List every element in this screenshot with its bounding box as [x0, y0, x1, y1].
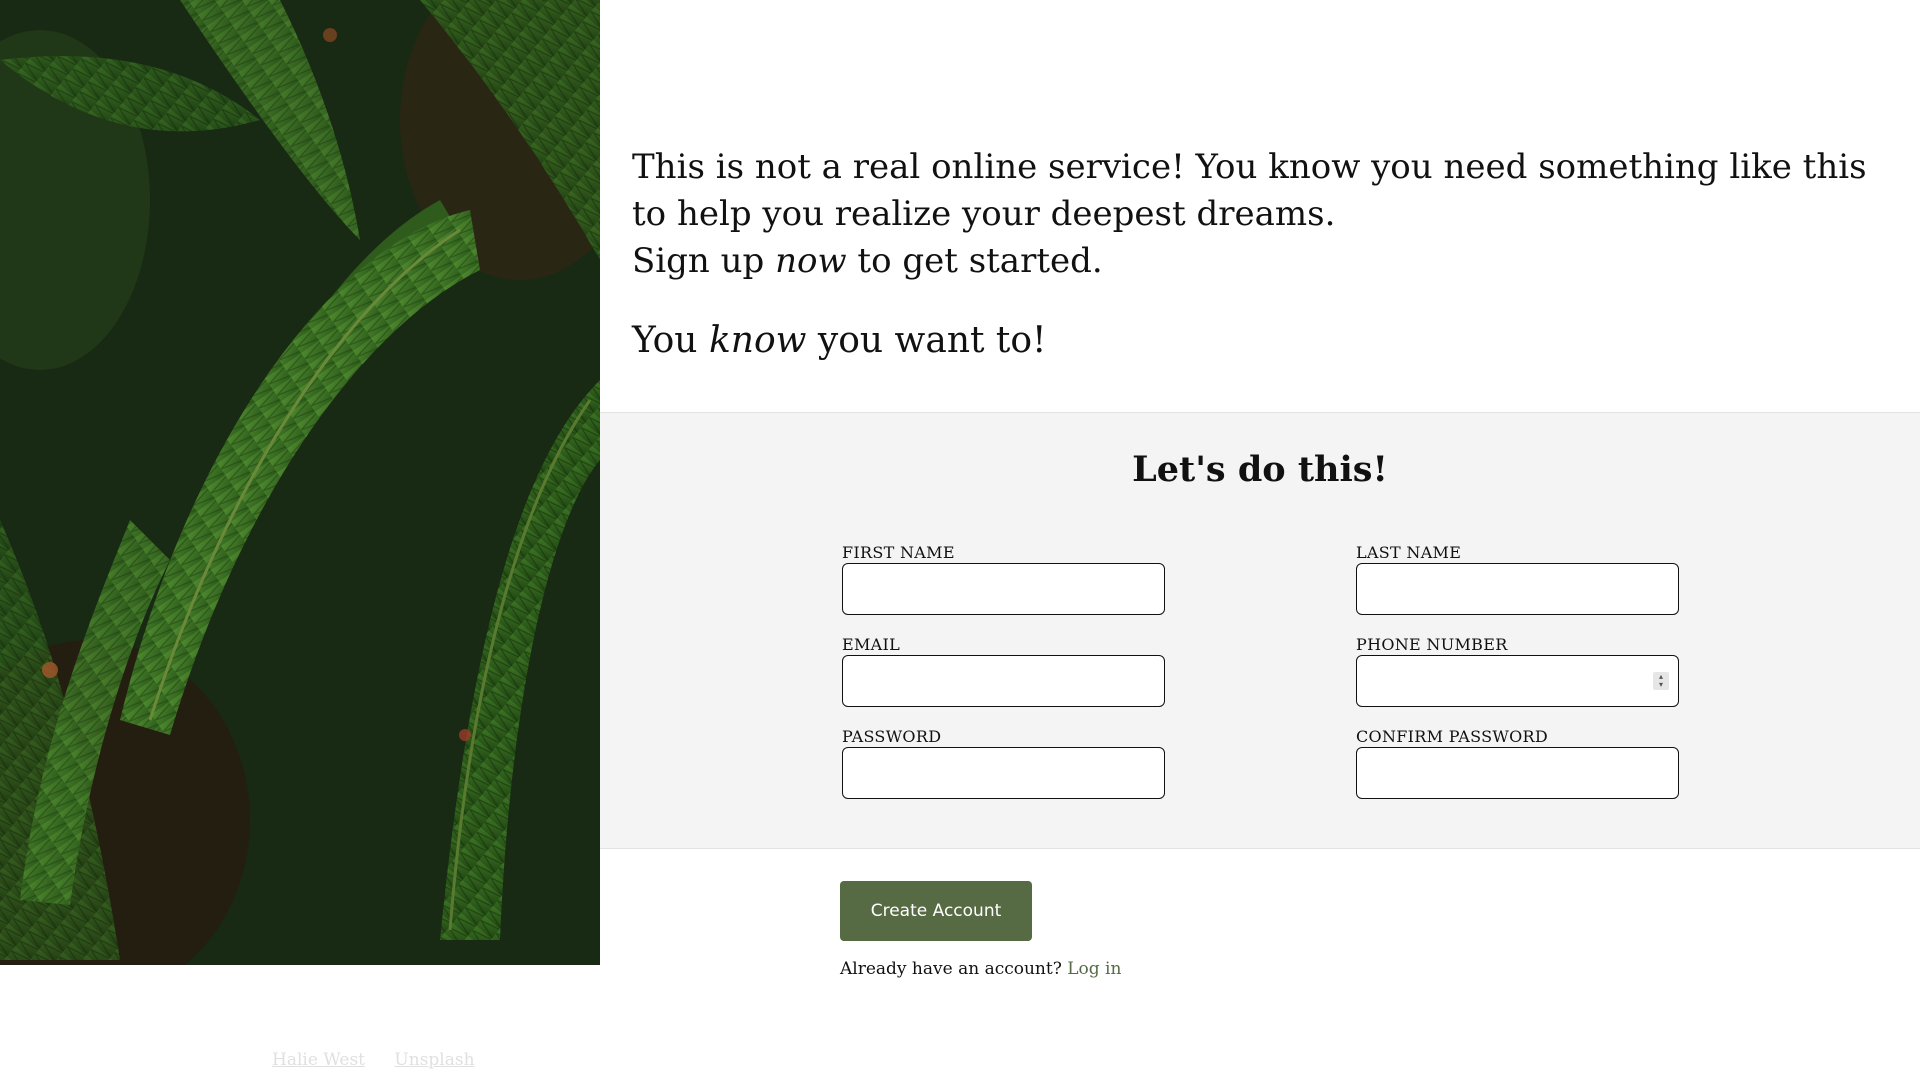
- password-field: PASSWORD: [842, 727, 1165, 799]
- login-prompt: Already have an account? Log in: [840, 959, 1121, 979]
- intro-line-2-emphasis: now: [775, 241, 847, 281]
- first-name-input[interactable]: [842, 563, 1165, 615]
- intro-text: This is not a real online service! You k…: [632, 144, 1872, 364]
- credit-source-link[interactable]: Unsplash: [394, 1050, 474, 1070]
- intro-line-3-start: You: [632, 320, 709, 361]
- number-spinner-icon[interactable]: ▴ ▾: [1653, 672, 1669, 690]
- password-input[interactable]: [842, 747, 1165, 799]
- signup-form-panel: Let's do this! FIRST NAME LAST NAME EMAI…: [600, 412, 1920, 849]
- form-title: Let's do this!: [1132, 449, 1388, 490]
- phone-number-field: PHONE NUMBER ▴ ▾: [1356, 635, 1679, 707]
- intro-line-2-start: Sign up: [632, 241, 776, 281]
- hero-fern-image: [0, 0, 600, 965]
- photo-credits: Halie West Unsplash: [272, 1050, 499, 1070]
- phone-number-input[interactable]: [1356, 655, 1679, 707]
- last-name-input[interactable]: [1356, 563, 1679, 615]
- intro-line-1: This is not a real online service! You k…: [632, 147, 1867, 234]
- create-account-button[interactable]: Create Account: [840, 881, 1032, 941]
- email-input[interactable]: [842, 655, 1165, 707]
- phone-input-wrap: ▴ ▾: [1356, 655, 1679, 707]
- intro-line-3: You know you want to!: [632, 317, 1872, 364]
- email-label: EMAIL: [842, 635, 901, 654]
- confirm-password-label: CONFIRM PASSWORD: [1356, 727, 1549, 746]
- login-prompt-text: Already have an account?: [840, 959, 1068, 979]
- confirm-password-field: CONFIRM PASSWORD: [1356, 727, 1679, 799]
- intro-line-2: Sign up now to get started.: [632, 238, 1872, 285]
- spinner-down-icon[interactable]: ▾: [1659, 681, 1663, 689]
- phone-number-label: PHONE NUMBER: [1356, 635, 1508, 654]
- login-link[interactable]: Log in: [1067, 959, 1121, 979]
- intro-line-3-end: you want to!: [806, 320, 1047, 361]
- intro-line-2-end: to get started.: [846, 241, 1103, 281]
- first-name-field: FIRST NAME: [842, 543, 1165, 615]
- credit-author-link[interactable]: Halie West: [272, 1050, 365, 1070]
- confirm-password-input[interactable]: [1356, 747, 1679, 799]
- intro-line-3-emphasis: know: [708, 320, 807, 361]
- email-field: EMAIL: [842, 635, 1165, 707]
- fern-illustration: [0, 0, 600, 965]
- last-name-field: LAST NAME: [1356, 543, 1679, 615]
- first-name-label: FIRST NAME: [842, 543, 955, 562]
- last-name-label: LAST NAME: [1356, 543, 1462, 562]
- password-label: PASSWORD: [842, 727, 942, 746]
